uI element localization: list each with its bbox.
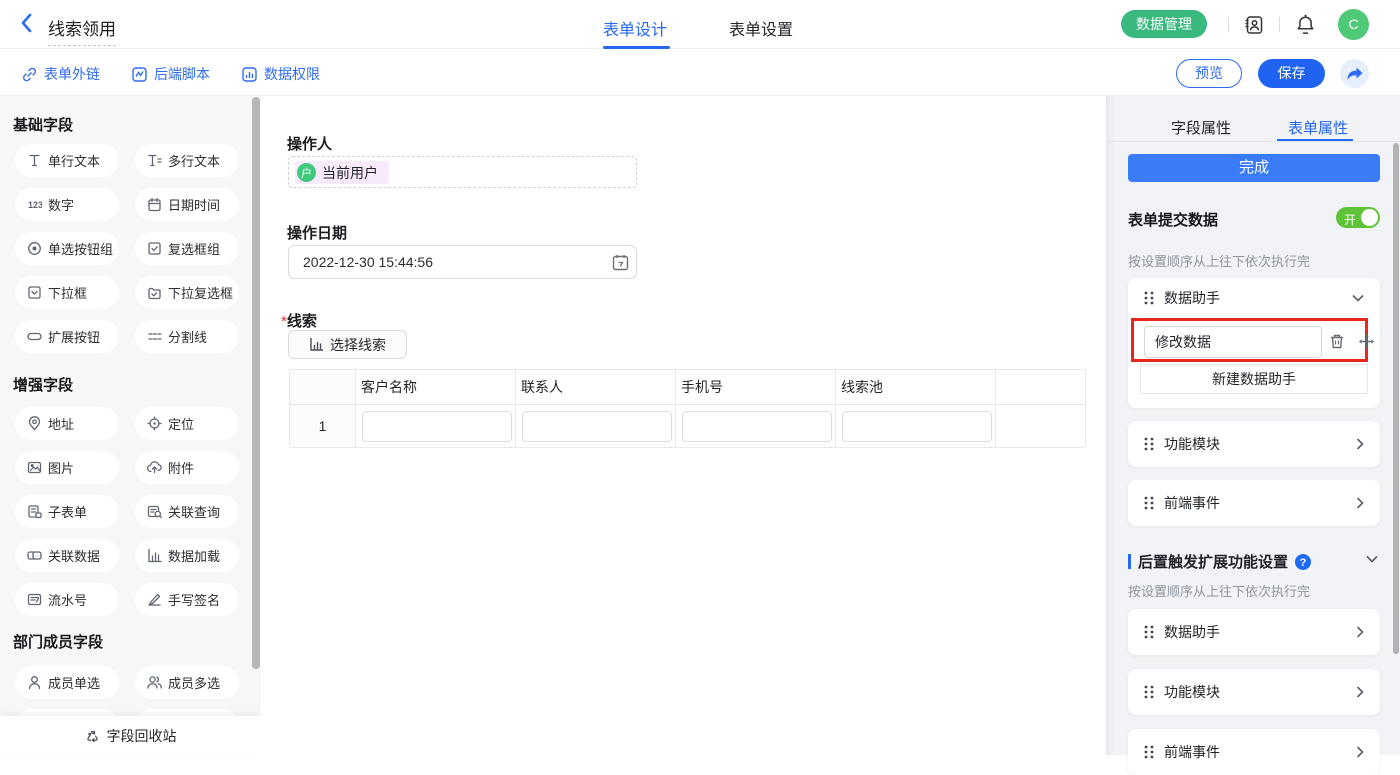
svg-text:123: 123	[28, 200, 42, 210]
svg-text:?: ?	[1300, 557, 1307, 569]
